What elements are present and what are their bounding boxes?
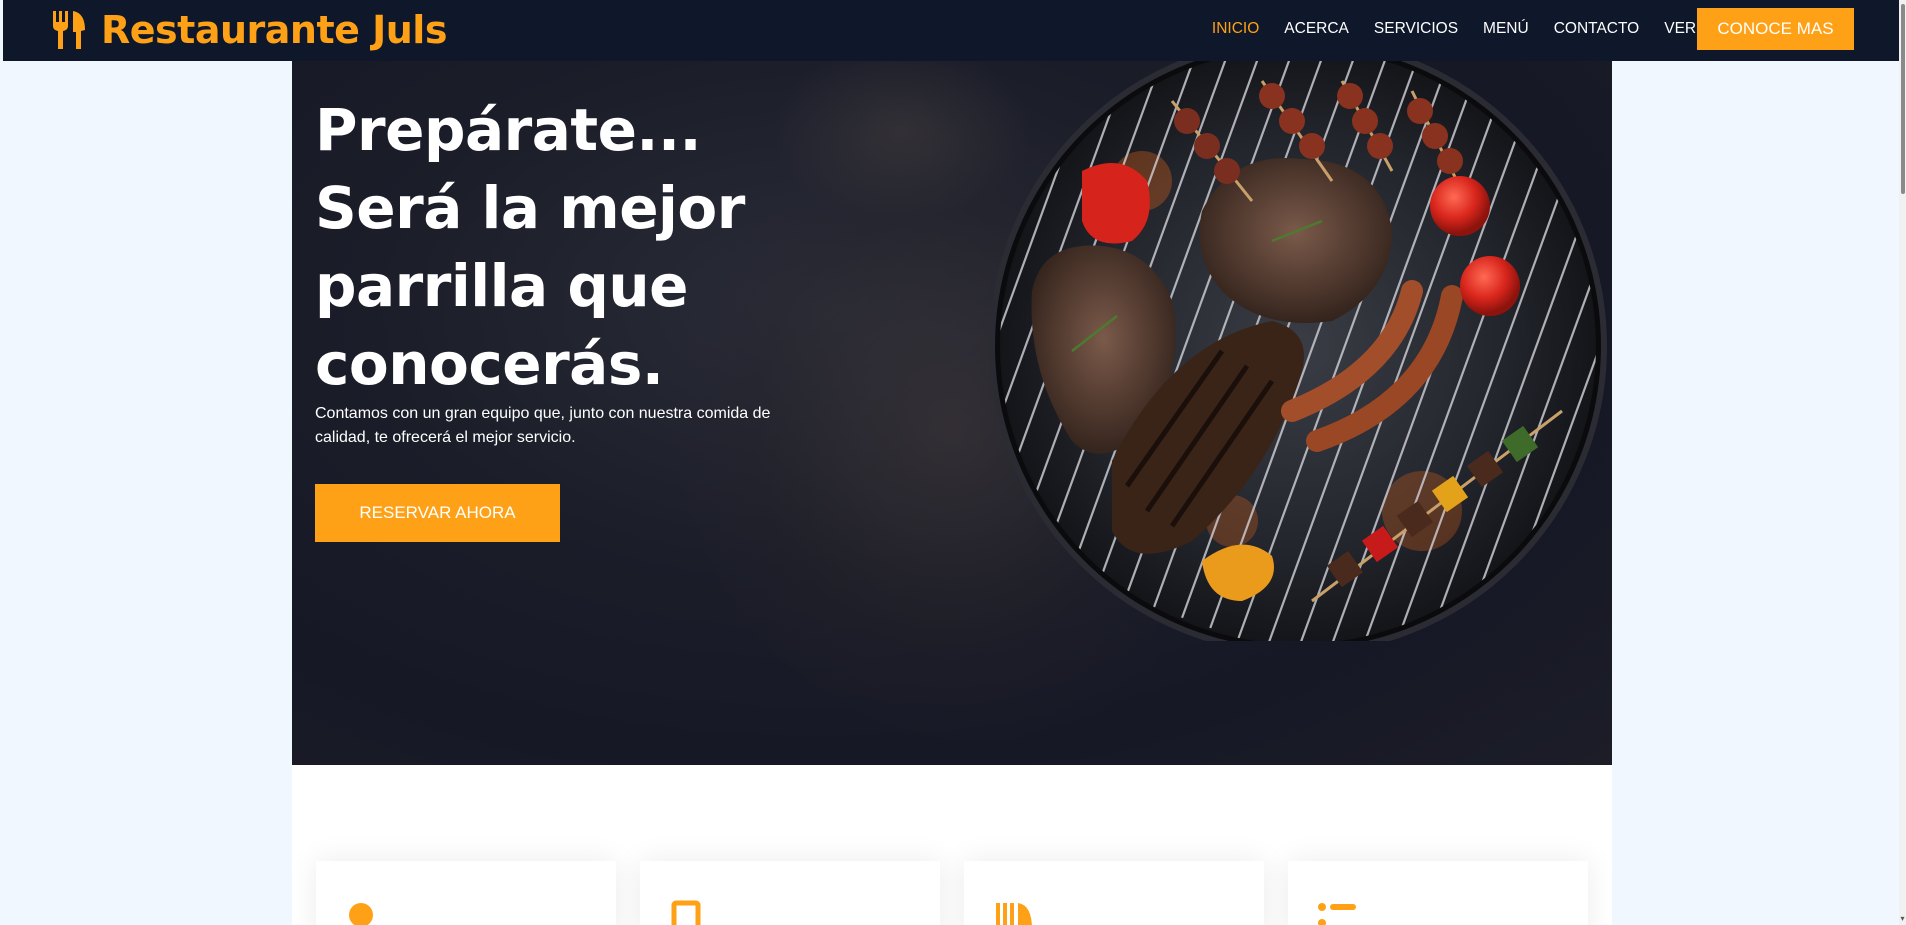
utensils-icon [996,903,1032,925]
conoce-mas-button[interactable]: CONOCE MAS [1697,8,1854,50]
hero-title-line: conocerás. [315,330,664,398]
reservar-ahora-button[interactable]: RESERVAR AHORA [315,484,560,542]
brand-logo[interactable]: Restaurante Juls [51,6,447,54]
service-card[interactable] [1288,861,1588,925]
nav-item-servicios[interactable]: SERVICIOS [1374,20,1458,38]
services-section [292,765,1612,925]
headset-icon [1318,903,1356,925]
nav-item-contacto[interactable]: CONTACTO [1554,20,1640,38]
nav-item-menu[interactable]: MENÚ [1483,20,1529,38]
utensils-icon [53,11,85,49]
hero-subtitle: Contamos con un gran equipo que, junto c… [315,405,771,446]
user-tie-icon [349,903,373,925]
hero-section: Prepárate... Será la mejor parrilla que … [292,61,1612,765]
scrollbar-thumb[interactable] [1901,4,1905,194]
hero-title-line: parrilla que [315,252,688,320]
cart-icon [671,900,701,925]
nav-item-inicio[interactable]: INICIO [1212,20,1259,38]
hero-title-line: Prepárate... [315,96,702,164]
hero-title-line: Será la mejor [315,174,745,242]
scroll-down-arrow-icon[interactable]: ▾ [1899,915,1906,923]
service-card[interactable] [640,861,940,925]
hero-title: Prepárate... Será la mejor parrilla que … [315,91,875,403]
brand-title: Restaurante Juls [101,8,447,52]
service-card[interactable] [964,861,1264,925]
nav-links: INICIO ACERCA SERVICIOS MENÚ CONTACTO VE… [1187,0,1746,58]
navbar: Restaurante Juls INICIO ACERCA SERVICIOS… [3,0,1899,61]
service-card[interactable] [316,861,616,925]
nav-item-acerca[interactable]: ACERCA [1284,20,1349,38]
hero-grill-image [989,61,1607,641]
page-scrollbar[interactable]: ▾ [1899,0,1906,925]
